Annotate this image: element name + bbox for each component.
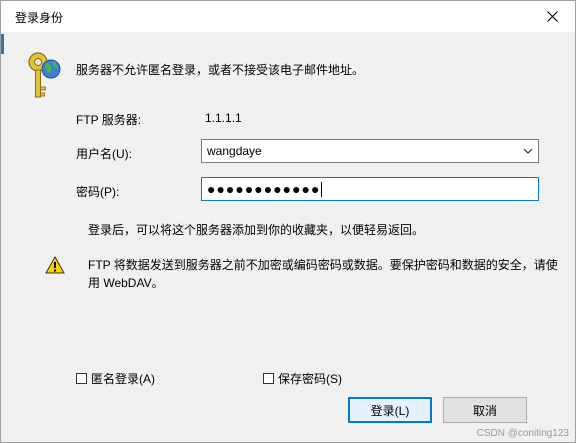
auth-message: 服务器不允许匿名登录，或者不接受该电子邮件地址。: [76, 63, 365, 77]
anonymous-login-checkbox[interactable]: [76, 373, 87, 384]
save-password-label[interactable]: 保存密码(S): [278, 370, 342, 387]
close-icon: [546, 11, 558, 22]
login-button[interactable]: 登录(L): [348, 397, 432, 423]
anonymous-login-label[interactable]: 匿名登录(A): [91, 370, 155, 387]
close-button[interactable]: [529, 1, 575, 32]
text-caret: [321, 181, 323, 197]
password-label: 密码(P):: [76, 185, 120, 199]
anonymous-login-option[interactable]: 匿名登录(A): [76, 370, 155, 387]
save-password-option[interactable]: 保存密码(S): [263, 370, 342, 387]
login-dialog: 登录身份 服务器不允许匿名登录，或者不接受该电子邮件地址。 FTP 服务器: 1…: [0, 0, 576, 443]
cancel-button[interactable]: 取消: [443, 397, 527, 423]
security-warning-text: FTP 将数据发送到服务器之前不加密或编码密码或数据。要保护密码和数据的安全，请…: [88, 258, 558, 290]
keys-globe-icon: [28, 52, 61, 98]
username-combobox[interactable]: wangdaye: [201, 139, 539, 163]
window-edge-accent: [1, 34, 4, 54]
ftp-server-label: FTP 服务器:: [76, 113, 142, 127]
username-value: wangdaye: [207, 144, 262, 158]
password-masked-value: ●●●●●●●●●●●●: [207, 181, 321, 197]
save-password-checkbox[interactable]: [263, 373, 274, 384]
dialog-title: 登录身份: [15, 11, 64, 25]
title-bar: 登录身份: [1, 1, 575, 32]
warning-triangle-icon: [45, 256, 65, 274]
favorites-info-text: 登录后，可以将这个服务器添加到你的收藏夹，以便轻易返回。: [88, 223, 425, 237]
password-field[interactable]: ●●●●●●●●●●●●: [201, 177, 539, 201]
ftp-server-value: 1.1.1.1: [205, 111, 242, 125]
watermark: CSDN @coniting123: [476, 428, 569, 439]
username-label: 用户名(U):: [76, 147, 132, 161]
chevron-down-icon[interactable]: [523, 146, 533, 156]
